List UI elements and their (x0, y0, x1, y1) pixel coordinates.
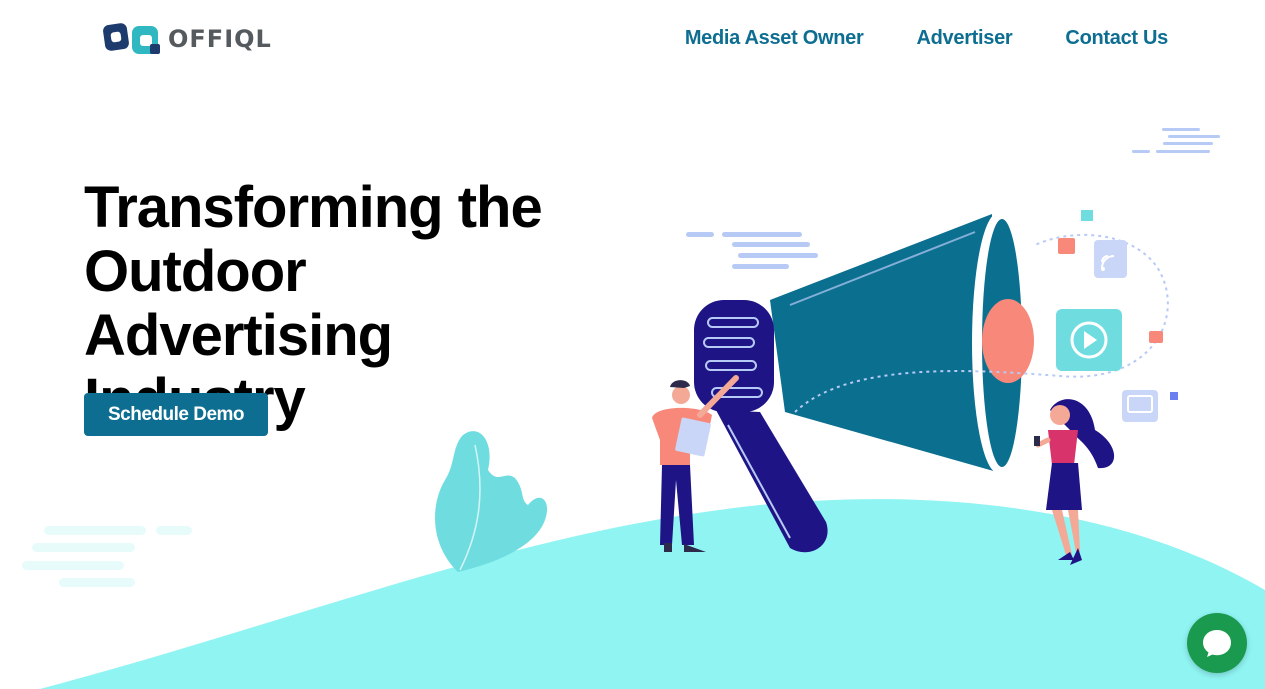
chat-bubble-icon (1203, 630, 1231, 657)
decor-lines-left (22, 526, 192, 587)
hill-shape (40, 499, 1265, 689)
brand-logo[interactable]: OFFIQL (102, 20, 272, 58)
nav-item-media-asset-owner[interactable]: Media Asset Owner (685, 27, 864, 50)
nav-item-advertiser[interactable]: Advertiser (916, 27, 1012, 50)
hero-title-line-1: Transforming the (84, 175, 543, 240)
hero-title-line-2: Outdoor Advertising (84, 239, 393, 368)
site-header: OFFIQL Media Asset Owner Advertiser Cont… (0, 0, 1265, 80)
decor-lines-topright (1132, 128, 1220, 153)
offiql-logo-icon (103, 23, 160, 54)
decor-lines-mid (686, 232, 818, 269)
megaphone (694, 213, 1169, 553)
schedule-demo-button[interactable]: Schedule Demo (84, 393, 268, 436)
woman-figure (1034, 399, 1115, 565)
plant (435, 431, 548, 572)
man-figure (652, 375, 739, 552)
main-nav: Media Asset Owner Advertiser Contact Us (685, 27, 1168, 50)
chat-widget-button[interactable] (1187, 613, 1247, 673)
floating-icons (1056, 210, 1178, 422)
nav-item-contact-us[interactable]: Contact Us (1065, 27, 1168, 50)
brand-name: OFFIQL (168, 25, 272, 53)
